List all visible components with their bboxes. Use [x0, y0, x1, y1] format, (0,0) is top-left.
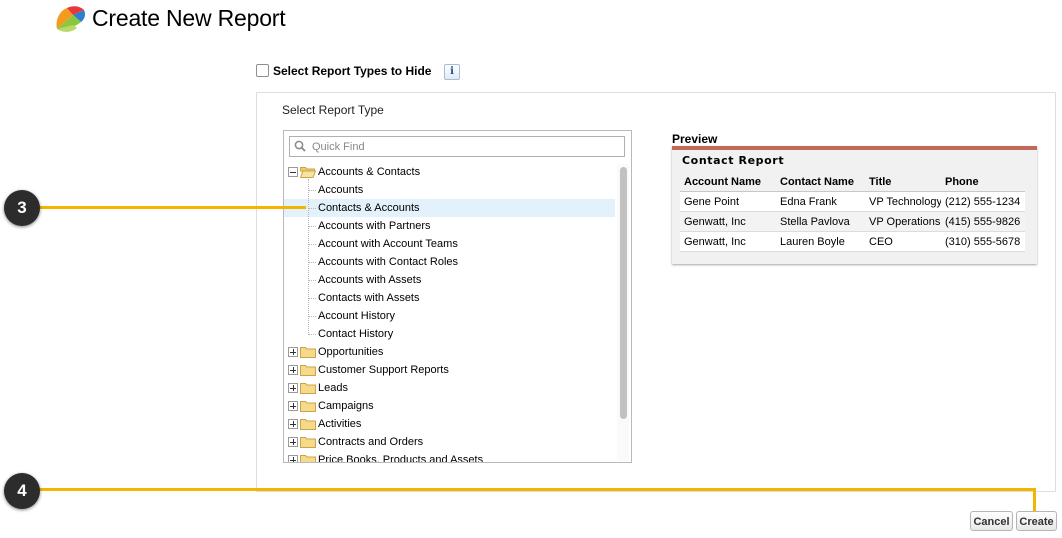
tree-item[interactable]: Contact History	[284, 325, 615, 343]
app-logo-icon	[56, 6, 85, 32]
collapse-icon[interactable]	[288, 167, 298, 177]
info-icon[interactable]: i	[444, 64, 460, 80]
table-cell: Genwatt, Inc	[680, 231, 776, 252]
expand-icon[interactable]	[288, 383, 298, 393]
expand-icon[interactable]	[288, 365, 298, 375]
open-folder-icon	[299, 166, 317, 178]
preview-column-header: Phone	[941, 172, 1025, 192]
tree-item-label: Accounts with Contact Roles	[318, 256, 459, 268]
folder-icon	[300, 436, 316, 448]
tree-connector	[308, 244, 316, 245]
expand-icon[interactable]	[288, 401, 298, 411]
callout-connector-4	[38, 488, 1036, 491]
table-cell: VP Operations	[865, 211, 941, 232]
preview-report-title: Contact Report	[682, 154, 785, 167]
tree-item[interactable]: Accounts with Partners	[284, 217, 615, 235]
callout-connector-4-drop	[1033, 488, 1036, 512]
tree-item-label: Accounts with Partners	[318, 220, 431, 232]
tree-folder[interactable]: Customer Support Reports	[284, 361, 615, 379]
tree-item-label: Price Books, Products and Assets	[318, 454, 484, 462]
tree-item-label: Campaigns	[318, 400, 374, 412]
tree-item-label: Activities	[318, 418, 362, 430]
table-row: Gene Point Edna Frank VP Technology (212…	[680, 191, 1025, 212]
tree-folder[interactable]: Accounts & Contacts	[284, 163, 615, 181]
tree-item-label: Accounts & Contacts	[318, 166, 421, 178]
callout-connector-3	[38, 206, 306, 209]
tree-connector	[308, 262, 316, 263]
select-report-type-label: Select Report Type	[282, 103, 384, 117]
tree-connector	[308, 316, 316, 317]
tree-item-label: Contact History	[318, 328, 394, 340]
tree-item-label: Account History	[318, 310, 396, 322]
page-title: Create New Report	[92, 5, 286, 31]
tree-list: Accounts & Contacts Accounts Contacts & Ac…	[284, 163, 615, 462]
tree-connector	[308, 190, 316, 191]
quick-find-placeholder: Quick Find	[312, 141, 365, 153]
preview-column-header: Account Name	[680, 172, 776, 192]
tree-item-label: Opportunities	[318, 346, 384, 358]
tree-scrollbar-thumb[interactable]	[620, 167, 627, 419]
tree-item[interactable]: Contacts & Accounts	[284, 199, 615, 217]
preview-table: Account Name Contact Name Title Phone Ge…	[680, 172, 1025, 252]
table-cell: Genwatt, Inc	[680, 211, 776, 232]
step-callout-4: 4	[4, 473, 40, 509]
table-row: Genwatt, Inc Lauren Boyle CEO (310) 555-…	[680, 231, 1025, 252]
preview-heading: Preview	[672, 132, 718, 146]
tree-item[interactable]: Contacts with Assets	[284, 289, 615, 307]
hide-report-types-label[interactable]: Select Report Types to Hide	[273, 64, 431, 78]
table-cell: (212) 555-1234	[941, 191, 1025, 212]
preview-column-header: Contact Name	[776, 172, 865, 192]
tree-item[interactable]: Account History	[284, 307, 615, 325]
tree-item-label: Leads	[318, 382, 348, 394]
tree-item[interactable]: Account with Account Teams	[284, 235, 615, 253]
tree-folder[interactable]: Leads	[284, 379, 615, 397]
folder-icon	[300, 382, 316, 394]
tree-item-label: Account with Account Teams	[318, 238, 458, 250]
tree-connector	[308, 280, 316, 281]
tree-connector-vertical	[308, 179, 309, 335]
expand-icon[interactable]	[288, 347, 298, 357]
tree-item-label: Contracts and Orders	[318, 436, 424, 448]
tree-folder[interactable]: Activities	[284, 415, 615, 433]
expand-icon[interactable]	[288, 419, 298, 429]
table-cell: CEO	[865, 231, 941, 252]
cancel-button[interactable]: Cancel	[970, 511, 1013, 531]
table-cell: (310) 555-5678	[941, 231, 1025, 252]
expand-icon[interactable]	[288, 455, 298, 462]
create-button[interactable]: Create	[1016, 511, 1057, 531]
step-callout-3: 3	[4, 190, 40, 226]
table-cell: Lauren Boyle	[776, 231, 865, 252]
folder-icon	[300, 364, 316, 376]
tree-folder[interactable]: Campaigns	[284, 397, 615, 415]
table-row: Genwatt, Inc Stella Pavlova VP Operation…	[680, 211, 1025, 232]
expand-icon[interactable]	[288, 437, 298, 447]
tree-item-label: Accounts	[318, 184, 364, 196]
search-icon	[294, 140, 306, 152]
table-cell: (415) 555-9826	[941, 211, 1025, 232]
tree-folder[interactable]: Opportunities	[284, 343, 615, 361]
table-cell: VP Technology	[865, 191, 941, 212]
table-cell: Gene Point	[680, 191, 776, 212]
preview-column-header: Title	[865, 172, 941, 192]
folder-icon	[300, 418, 316, 430]
tree-item[interactable]: Accounts with Contact Roles	[284, 253, 615, 271]
tree-item-label: Contacts & Accounts	[318, 202, 420, 214]
folder-icon	[300, 346, 316, 358]
tree-item-label: Accounts with Assets	[318, 274, 422, 286]
table-cell: Stella Pavlova	[776, 211, 865, 232]
tree-connector	[308, 334, 316, 335]
tree-connector	[308, 226, 316, 227]
tree-connector	[308, 208, 316, 209]
tree-folder[interactable]: Price Books, Products and Assets	[284, 451, 615, 462]
hide-report-types-checkbox[interactable]	[256, 64, 269, 77]
tree-item-label: Customer Support Reports	[318, 364, 449, 376]
folder-icon	[300, 400, 316, 412]
folder-icon	[300, 454, 316, 462]
tree-item[interactable]: Accounts	[284, 181, 615, 199]
tree-connector	[308, 298, 316, 299]
tree-folder[interactable]: Contracts and Orders	[284, 433, 615, 451]
tree-item-label: Contacts with Assets	[318, 292, 420, 304]
table-cell: Edna Frank	[776, 191, 865, 212]
tree-item[interactable]: Accounts with Assets	[284, 271, 615, 289]
